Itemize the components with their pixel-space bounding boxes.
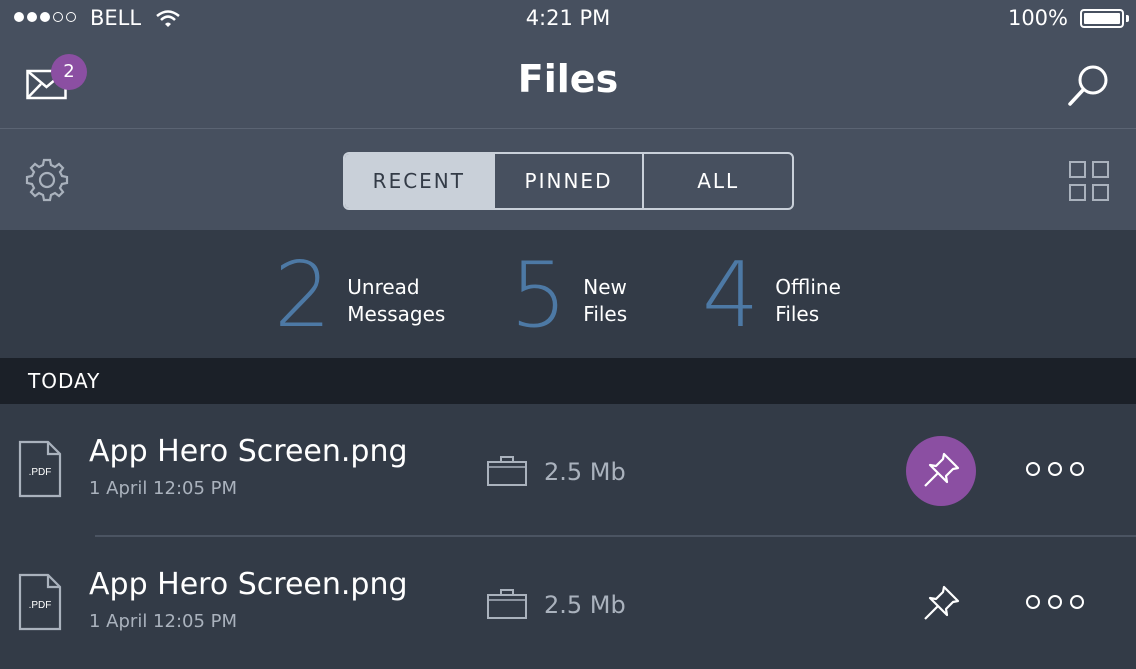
battery-tip <box>1126 15 1129 22</box>
file-row[interactable]: .PDF App Hero Screen.png 1 April 12:05 P… <box>0 537 1136 669</box>
file-name: App Hero Screen.png <box>89 567 408 602</box>
settings-gear-icon[interactable] <box>24 157 70 203</box>
page-title: Files <box>517 57 619 101</box>
stat-unread-messages: 2 Unread Messages <box>274 248 445 344</box>
section-header-label: TODAY <box>28 369 101 393</box>
pdf-file-icon: .PDF <box>18 440 62 498</box>
clock: 4:21 PM <box>525 6 611 30</box>
briefcase-icon <box>487 456 527 486</box>
tab-all[interactable]: ALL <box>642 154 792 208</box>
stat-label-line2: Messages <box>347 302 446 326</box>
more-options-icon[interactable] <box>1026 595 1086 613</box>
stat-label-line1: Offline <box>775 275 841 299</box>
stat-label-line1: Unread <box>347 275 420 299</box>
section-header-today: TODAY <box>0 358 1136 404</box>
stat-value: 4 <box>702 243 760 348</box>
filter-segmented-control: RECENT PINNED ALL <box>343 152 794 210</box>
file-size: 2.5 Mb <box>544 458 626 486</box>
status-bar: BELL 4:21 PM 100% <box>0 0 1136 38</box>
briefcase-icon <box>487 589 527 619</box>
tab-recent[interactable]: RECENT <box>345 154 493 208</box>
file-date: 1 April 12:05 PM <box>89 478 238 499</box>
search-icon[interactable] <box>1066 62 1112 108</box>
stat-offline-files: 4 Offline Files <box>702 248 841 344</box>
stat-label-line2: Files <box>775 302 820 326</box>
nav-divider <box>0 128 1136 129</box>
file-size: 2.5 Mb <box>544 591 626 619</box>
file-type-label: .PDF <box>29 600 52 611</box>
battery-percent: 100% <box>1007 6 1068 30</box>
grid-view-icon[interactable] <box>1069 161 1109 201</box>
stat-value: 5 <box>510 243 568 348</box>
pin-icon <box>924 585 960 620</box>
stat-value: 2 <box>274 243 332 348</box>
battery-icon <box>1080 9 1124 28</box>
file-date: 1 April 12:05 PM <box>89 611 238 632</box>
stat-label-line1: New <box>583 275 627 299</box>
stat-label: New Files <box>583 274 627 328</box>
stat-label: Unread Messages <box>347 274 445 328</box>
stat-new-files: 5 New Files <box>510 248 627 344</box>
stat-label: Offline Files <box>775 274 841 328</box>
file-name: App Hero Screen.png <box>89 434 408 469</box>
stat-label-line2: Files <box>583 302 628 326</box>
tab-pinned[interactable]: PINNED <box>492 154 643 208</box>
pin-button[interactable] <box>906 569 976 639</box>
pdf-file-icon: .PDF <box>18 573 62 631</box>
file-type-label: .PDF <box>29 467 52 478</box>
more-options-icon[interactable] <box>1026 462 1086 480</box>
pin-icon <box>924 452 960 487</box>
pin-button[interactable] <box>906 436 976 506</box>
file-row[interactable]: .PDF App Hero Screen.png 1 April 12:05 P… <box>0 404 1136 536</box>
